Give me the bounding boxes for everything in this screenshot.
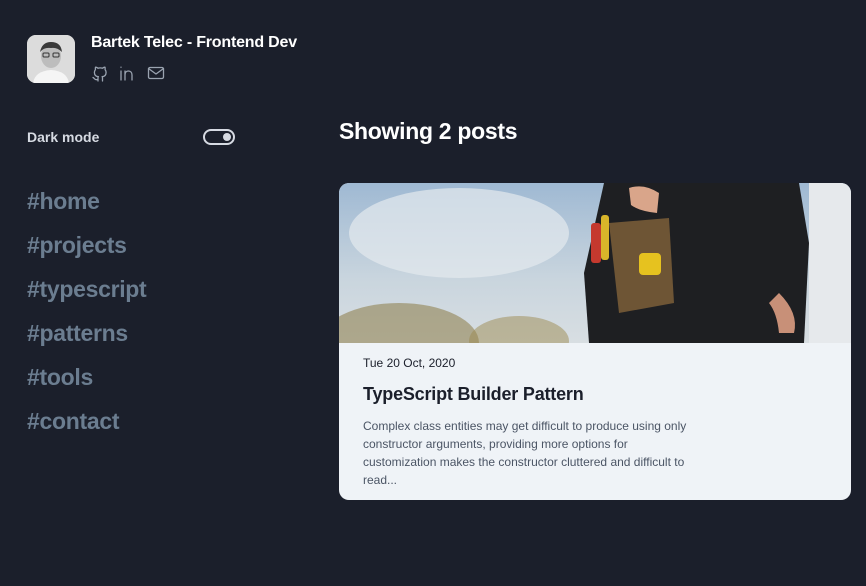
post-card[interactable]: Tue 20 Oct, 2020 TypeScript Builder Patt… [339,183,851,500]
page: Bartek Telec - Frontend Dev Dark mode #h… [0,0,866,586]
dark-mode-toggle[interactable] [203,129,235,145]
social-links [91,64,297,82]
profile-header: Bartek Telec - Frontend Dev [27,35,297,83]
mail-icon[interactable] [147,64,167,82]
post-date: Tue 20 Oct, 2020 [363,356,456,370]
avatar[interactable] [27,35,75,83]
post-title[interactable]: TypeScript Builder Pattern [363,384,827,405]
nav-item-contact[interactable]: #contact [27,405,146,449]
toggle-knob [223,133,231,141]
post-excerpt: Complex class entities may get difficult… [363,419,687,487]
nav-item-tools[interactable]: #tools [27,361,146,405]
dark-mode-label: Dark mode [27,129,100,145]
author-name: Bartek Telec - Frontend Dev [91,34,297,51]
linkedin-icon[interactable] [119,64,139,82]
github-icon[interactable] [91,64,111,82]
nav-item-patterns[interactable]: #patterns [27,317,146,361]
nav-item-projects[interactable]: #projects [27,229,146,273]
sidebar-nav: #home #projects #typescript #patterns #t… [27,185,147,449]
page-title: Showing 2 posts [339,118,518,144]
post-cover-image [339,183,851,343]
nav-item-home[interactable]: #home [27,185,146,229]
nav-item-typescript[interactable]: #typescript [27,273,147,317]
